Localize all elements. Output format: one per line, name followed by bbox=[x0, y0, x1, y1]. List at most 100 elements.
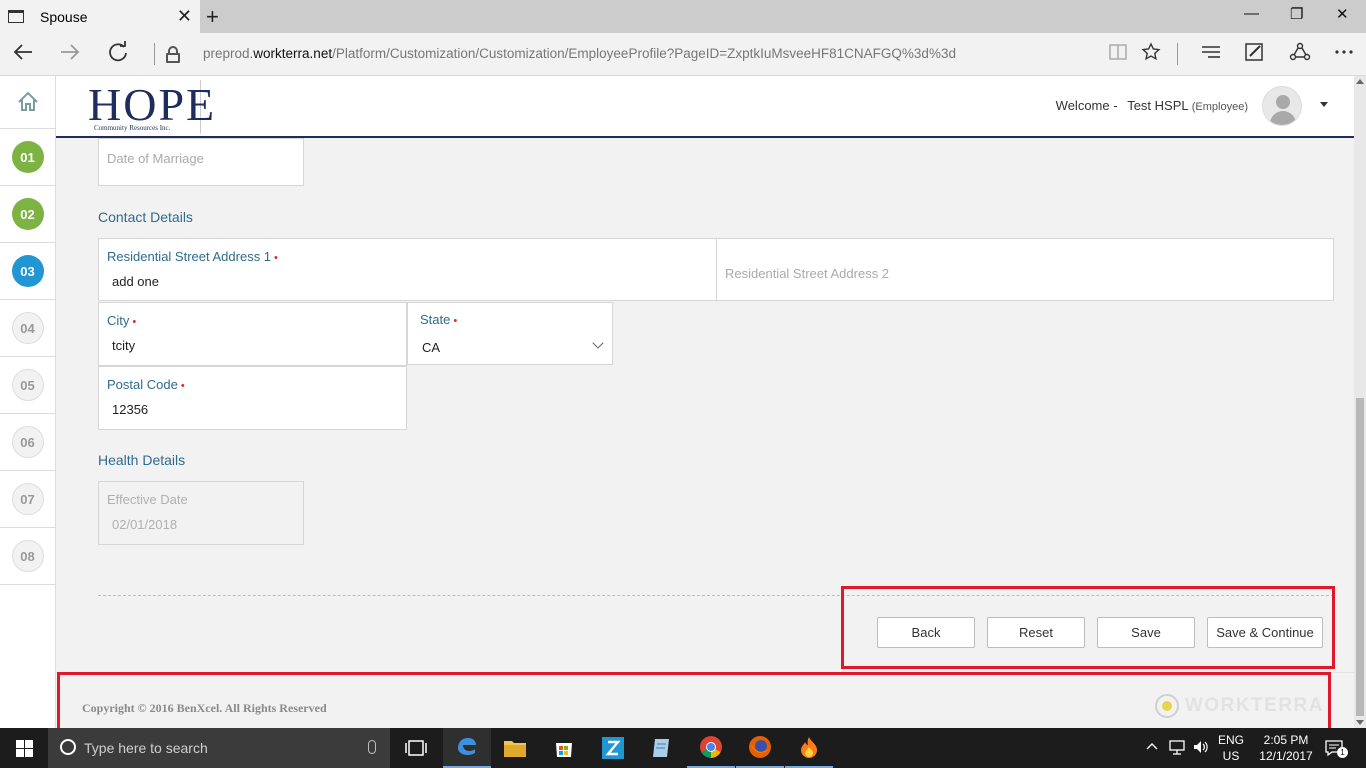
chevron-down-icon bbox=[592, 337, 604, 349]
effective-date-field: Effective Date 02/01/2018 bbox=[98, 481, 304, 545]
close-tab-icon[interactable]: ✕ bbox=[177, 7, 192, 25]
sidebar-step-06[interactable]: 06 bbox=[0, 414, 55, 471]
url-path: /Platform/Customization/Customization/Em… bbox=[332, 46, 956, 61]
welcome-label: Welcome - bbox=[1055, 98, 1118, 113]
address-bar[interactable]: preprod.workterra.net/Platform/Customiza… bbox=[203, 46, 956, 61]
share-icon[interactable] bbox=[1289, 42, 1311, 68]
address2-field[interactable]: Residential Street Address 2 bbox=[716, 238, 1334, 301]
close-window-icon[interactable]: ✕ bbox=[1336, 5, 1349, 23]
user-menu-caret-icon[interactable] bbox=[1320, 102, 1328, 107]
step-number: 01 bbox=[11, 141, 44, 173]
address1-value: add one bbox=[112, 274, 159, 289]
city-field[interactable]: City • tcity bbox=[98, 302, 407, 366]
address1-label: Residential Street Address 1 • bbox=[107, 249, 278, 264]
effective-date-label: Effective Date bbox=[107, 492, 188, 507]
task-view-icon[interactable] bbox=[392, 728, 440, 768]
step-number: 06 bbox=[11, 426, 44, 458]
lock-icon[interactable] bbox=[166, 46, 180, 63]
windows-taskbar: Type here to search ENG US 2:05 PM 12/1/… bbox=[0, 728, 1366, 768]
edge-browser-icon[interactable] bbox=[443, 728, 491, 768]
step-number: 04 bbox=[11, 312, 44, 344]
new-tab-icon[interactable]: + bbox=[206, 4, 219, 30]
notepad-app-icon[interactable] bbox=[638, 728, 686, 768]
nav-separator bbox=[154, 43, 155, 65]
clock-date: 12/1/2017 bbox=[1259, 749, 1313, 763]
date-of-marriage-field[interactable]: Date of Marriage bbox=[98, 138, 304, 186]
address2-placeholder: Residential Street Address 2 bbox=[725, 266, 890, 281]
web-note-icon[interactable] bbox=[1244, 42, 1266, 68]
forward-arrow-icon[interactable] bbox=[59, 41, 81, 68]
url-domain: workterra.net bbox=[253, 46, 333, 61]
restore-icon[interactable]: ❐ bbox=[1290, 5, 1303, 23]
city-value: tcity bbox=[112, 338, 136, 353]
app-header: HOPE Community Resources Inc. Welcome - … bbox=[56, 76, 1354, 138]
volume-icon[interactable] bbox=[1192, 738, 1210, 768]
state-select[interactable]: State • CA bbox=[407, 302, 613, 365]
sidebar-step-04[interactable]: 04 bbox=[0, 300, 55, 357]
flame-app-icon[interactable] bbox=[785, 728, 833, 768]
browser-tab[interactable]: Spouse ✕ bbox=[0, 0, 200, 33]
hope-logo[interactable]: HOPE Community Resources Inc. bbox=[86, 80, 214, 134]
network-icon[interactable] bbox=[1168, 738, 1186, 768]
hub-icon[interactable] bbox=[1200, 42, 1222, 68]
back-arrow-icon[interactable] bbox=[12, 41, 34, 68]
chrome-browser-icon[interactable] bbox=[687, 728, 735, 768]
home-icon bbox=[17, 91, 38, 111]
sidebar-step-05[interactable]: 05 bbox=[0, 357, 55, 414]
step-number: 07 bbox=[11, 483, 44, 515]
postal-code-field[interactable]: Postal Code • 12356 bbox=[98, 366, 407, 430]
language-code: ENG bbox=[1218, 733, 1245, 747]
state-value: CA bbox=[422, 340, 441, 355]
file-explorer-icon[interactable] bbox=[491, 728, 539, 768]
contact-details-title: Contact Details bbox=[98, 209, 193, 225]
minimize-icon[interactable]: — bbox=[1244, 5, 1259, 22]
sidebar-step-01[interactable]: 01 bbox=[0, 129, 55, 186]
user-name: Test HSPL bbox=[1127, 98, 1189, 113]
region-code: US bbox=[1222, 749, 1240, 763]
windows-start-icon[interactable] bbox=[16, 740, 33, 757]
postal-code-label: Postal Code • bbox=[107, 377, 185, 392]
step-number: 03 bbox=[11, 255, 44, 287]
sidebar-step-03[interactable]: 03 bbox=[0, 243, 55, 300]
browser-nav-bar: preprod.workterra.net/Platform/Customiza… bbox=[0, 33, 1366, 76]
taskbar-search-box[interactable]: Type here to search bbox=[48, 728, 390, 768]
home-button[interactable] bbox=[0, 76, 55, 129]
buttons-highlight-box bbox=[841, 586, 1335, 669]
sidebar-step-07[interactable]: 07 bbox=[0, 471, 55, 528]
firefox-browser-icon[interactable] bbox=[736, 728, 784, 768]
cortana-icon bbox=[60, 739, 76, 755]
scroll-thumb[interactable] bbox=[1356, 398, 1364, 716]
favorite-star-icon[interactable] bbox=[1141, 42, 1161, 68]
sidebar-step-02[interactable]: 02 bbox=[0, 186, 55, 243]
page-scrollbar[interactable] bbox=[1354, 76, 1366, 728]
more-icon[interactable] bbox=[1333, 42, 1355, 68]
action-center-icon[interactable]: 1 bbox=[1324, 738, 1348, 768]
scroll-down-icon[interactable] bbox=[1356, 720, 1364, 725]
refresh-icon[interactable] bbox=[107, 41, 129, 68]
show-hidden-icons-icon[interactable] bbox=[1146, 740, 1158, 768]
browser-tab-bar: Spouse ✕ + — ❐ ✕ bbox=[0, 0, 1366, 33]
clock[interactable]: 2:05 PM 12/1/2017 bbox=[1258, 732, 1314, 768]
logo-text: HOPE bbox=[88, 79, 217, 130]
page-content: 01 02 03 04 05 06 07 08 HOPE Community R… bbox=[0, 76, 1366, 728]
sidebar-step-08[interactable]: 08 bbox=[0, 528, 55, 585]
effective-date-value: 02/01/2018 bbox=[112, 517, 178, 532]
logo-subtitle: Community Resources Inc. bbox=[94, 124, 171, 132]
notification-count: 1 bbox=[1337, 747, 1348, 758]
address1-field[interactable]: Residential Street Address 1 • add one bbox=[98, 238, 717, 301]
health-details-title: Health Details bbox=[98, 452, 186, 468]
clock-time: 2:05 PM bbox=[1263, 733, 1309, 747]
scroll-up-icon[interactable] bbox=[1356, 79, 1364, 84]
footer-highlight-box bbox=[57, 672, 1331, 728]
step-number: 02 bbox=[11, 198, 44, 230]
microphone-icon[interactable] bbox=[368, 740, 376, 754]
page-icon bbox=[8, 10, 24, 23]
reading-view-icon[interactable] bbox=[1108, 42, 1128, 68]
welcome-text: Welcome - Test HSPL (Employee) bbox=[1056, 98, 1248, 113]
date-of-marriage-placeholder: Date of Marriage bbox=[107, 151, 204, 166]
zoom-app-icon[interactable] bbox=[589, 728, 637, 768]
store-icon[interactable] bbox=[540, 728, 588, 768]
avatar[interactable] bbox=[1262, 86, 1302, 126]
language-indicator[interactable]: ENG US bbox=[1218, 732, 1244, 768]
step-sidebar: 01 02 03 04 05 06 07 08 bbox=[0, 76, 56, 728]
